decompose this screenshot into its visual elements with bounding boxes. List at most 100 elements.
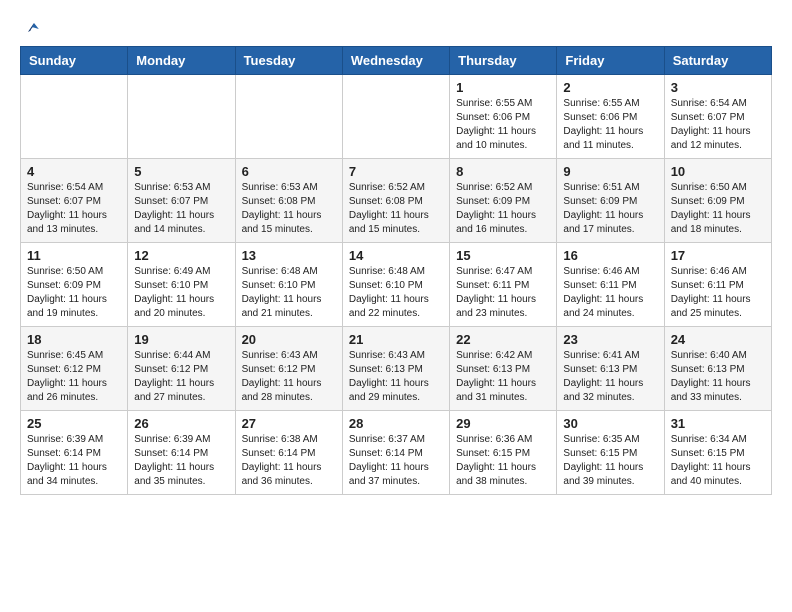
day-number: 27	[242, 416, 336, 431]
day-info: Sunrise: 6:49 AM Sunset: 6:10 PM Dayligh…	[134, 265, 228, 321]
day-info: Sunrise: 6:43 AM Sunset: 6:12 PM Dayligh…	[242, 349, 336, 405]
calendar-week-row: 4 Sunrise: 6:54 AM Sunset: 6:07 PM Daylig…	[21, 159, 772, 243]
day-number: 2	[563, 80, 657, 95]
day-header-thursday: Thursday	[450, 47, 557, 75]
day-info: Sunrise: 6:43 AM Sunset: 6:13 PM Dayligh…	[349, 349, 443, 405]
day-info: Sunrise: 6:55 AM Sunset: 6:06 PM Dayligh…	[563, 97, 657, 153]
day-number: 8	[456, 164, 550, 179]
calendar-cell: 2 Sunrise: 6:55 AM Sunset: 6:06 PM Daylig…	[557, 75, 664, 159]
day-header-friday: Friday	[557, 47, 664, 75]
calendar-cell: 24Sunrise: 6:40 AM Sunset: 6:13 PM Dayli…	[664, 327, 771, 411]
calendar-week-row: 18 Sunrise: 6:45 AM Sunset: 6:12 PM Dayli…	[21, 327, 772, 411]
day-header-sunday: Sunday	[21, 47, 128, 75]
day-number: 13	[242, 248, 336, 263]
calendar-cell: 26 Sunrise: 6:39 AM Sunset: 6:14 PM Dayli…	[128, 411, 235, 495]
calendar-cell: 20 Sunrise: 6:43 AM Sunset: 6:12 PM Dayli…	[235, 327, 342, 411]
calendar-cell: 9 Sunrise: 6:51 AM Sunset: 6:09 PM Daylig…	[557, 159, 664, 243]
day-info: Sunrise: 6:55 AM Sunset: 6:06 PM Dayligh…	[456, 97, 550, 153]
calendar-cell: 7 Sunrise: 6:52 AM Sunset: 6:08 PM Daylig…	[342, 159, 449, 243]
day-info: Sunrise: 6:46 AM Sunset: 6:11 PM Dayligh…	[563, 265, 657, 321]
day-number: 4	[27, 164, 121, 179]
calendar-cell: 10 Sunrise: 6:50 AM Sunset: 6:09 PM Dayli…	[664, 159, 771, 243]
day-info: Sunrise: 6:54 AM Sunset: 6:07 PM Dayligh…	[27, 181, 121, 237]
day-info: Sunrise: 6:35 AM Sunset: 6:15 PM Dayligh…	[563, 433, 657, 489]
calendar-cell	[128, 75, 235, 159]
calendar-table: SundayMondayTuesdayWednesdayThursdayFrid…	[20, 46, 772, 495]
calendar-cell: 16 Sunrise: 6:46 AM Sunset: 6:11 PM Dayli…	[557, 243, 664, 327]
calendar-cell: 15Sunrise: 6:47 AM Sunset: 6:11 PM Dayli…	[450, 243, 557, 327]
day-number: 9	[563, 164, 657, 179]
day-info: Sunrise: 6:50 AM Sunset: 6:09 PM Dayligh…	[671, 181, 765, 237]
calendar-cell	[235, 75, 342, 159]
day-number: 31	[671, 416, 765, 431]
day-info: Sunrise: 6:47 AM Sunset: 6:11 PM Dayligh…	[456, 265, 550, 321]
day-info: Sunrise: 6:38 AM Sunset: 6:14 PM Dayligh…	[242, 433, 336, 489]
day-number: 23	[563, 332, 657, 347]
day-info: Sunrise: 6:52 AM Sunset: 6:09 PM Dayligh…	[456, 181, 550, 237]
day-info: Sunrise: 6:42 AM Sunset: 6:13 PM Dayligh…	[456, 349, 550, 405]
calendar-cell: 31 Sunrise: 6:34 AM Sunset: 6:15 PM Dayli…	[664, 411, 771, 495]
page-header	[20, 20, 772, 36]
calendar-cell: 4 Sunrise: 6:54 AM Sunset: 6:07 PM Daylig…	[21, 159, 128, 243]
day-info: Sunrise: 6:48 AM Sunset: 6:10 PM Dayligh…	[349, 265, 443, 321]
day-number: 22	[456, 332, 550, 347]
day-info: Sunrise: 6:34 AM Sunset: 6:15 PM Dayligh…	[671, 433, 765, 489]
day-info: Sunrise: 6:48 AM Sunset: 6:10 PM Dayligh…	[242, 265, 336, 321]
day-info: Sunrise: 6:54 AM Sunset: 6:07 PM Dayligh…	[671, 97, 765, 153]
day-number: 7	[349, 164, 443, 179]
day-number: 11	[27, 248, 121, 263]
calendar-cell	[342, 75, 449, 159]
calendar-cell: 30 Sunrise: 6:35 AM Sunset: 6:15 PM Dayli…	[557, 411, 664, 495]
day-info: Sunrise: 6:44 AM Sunset: 6:12 PM Dayligh…	[134, 349, 228, 405]
day-info: Sunrise: 6:45 AM Sunset: 6:12 PM Dayligh…	[27, 349, 121, 405]
calendar-cell: 5Sunrise: 6:53 AM Sunset: 6:07 PM Daylig…	[128, 159, 235, 243]
calendar-cell: 29Sunrise: 6:36 AM Sunset: 6:15 PM Dayli…	[450, 411, 557, 495]
day-info: Sunrise: 6:51 AM Sunset: 6:09 PM Dayligh…	[563, 181, 657, 237]
day-number: 1	[456, 80, 550, 95]
calendar-cell: 27 Sunrise: 6:38 AM Sunset: 6:14 PM Dayli…	[235, 411, 342, 495]
day-number: 20	[242, 332, 336, 347]
calendar-cell: 28Sunrise: 6:37 AM Sunset: 6:14 PM Dayli…	[342, 411, 449, 495]
day-info: Sunrise: 6:50 AM Sunset: 6:09 PM Dayligh…	[27, 265, 121, 321]
calendar-cell: 17Sunrise: 6:46 AM Sunset: 6:11 PM Dayli…	[664, 243, 771, 327]
calendar-cell: 14 Sunrise: 6:48 AM Sunset: 6:10 PM Dayli…	[342, 243, 449, 327]
day-number: 30	[563, 416, 657, 431]
day-header-monday: Monday	[128, 47, 235, 75]
day-number: 14	[349, 248, 443, 263]
calendar-cell: 19 Sunrise: 6:44 AM Sunset: 6:12 PM Dayli…	[128, 327, 235, 411]
day-info: Sunrise: 6:37 AM Sunset: 6:14 PM Dayligh…	[349, 433, 443, 489]
day-number: 24	[671, 332, 765, 347]
day-info: Sunrise: 6:41 AM Sunset: 6:13 PM Dayligh…	[563, 349, 657, 405]
calendar-cell: 25 Sunrise: 6:39 AM Sunset: 6:14 PM Dayli…	[21, 411, 128, 495]
day-info: Sunrise: 6:53 AM Sunset: 6:07 PM Dayligh…	[134, 181, 228, 237]
day-number: 19	[134, 332, 228, 347]
day-info: Sunrise: 6:39 AM Sunset: 6:14 PM Dayligh…	[27, 433, 121, 489]
day-number: 25	[27, 416, 121, 431]
day-number: 18	[27, 332, 121, 347]
day-info: Sunrise: 6:36 AM Sunset: 6:15 PM Dayligh…	[456, 433, 550, 489]
calendar-cell: 1 Sunrise: 6:55 AM Sunset: 6:06 PM Daylig…	[450, 75, 557, 159]
calendar-cell: 6Sunrise: 6:53 AM Sunset: 6:08 PM Daylig…	[235, 159, 342, 243]
calendar-cell: 3 Sunrise: 6:54 AM Sunset: 6:07 PM Daylig…	[664, 75, 771, 159]
logo	[20, 20, 40, 36]
calendar-cell: 11 Sunrise: 6:50 AM Sunset: 6:09 PM Dayli…	[21, 243, 128, 327]
day-number: 12	[134, 248, 228, 263]
day-number: 17	[671, 248, 765, 263]
day-info: Sunrise: 6:53 AM Sunset: 6:08 PM Dayligh…	[242, 181, 336, 237]
day-number: 26	[134, 416, 228, 431]
day-number: 21	[349, 332, 443, 347]
day-header-tuesday: Tuesday	[235, 47, 342, 75]
day-header-saturday: Saturday	[664, 47, 771, 75]
day-info: Sunrise: 6:52 AM Sunset: 6:08 PM Dayligh…	[349, 181, 443, 237]
day-number: 16	[563, 248, 657, 263]
day-info: Sunrise: 6:39 AM Sunset: 6:14 PM Dayligh…	[134, 433, 228, 489]
calendar-cell	[21, 75, 128, 159]
calendar-cell: 8 Sunrise: 6:52 AM Sunset: 6:09 PM Daylig…	[450, 159, 557, 243]
day-number: 3	[671, 80, 765, 95]
calendar-cell: 12 Sunrise: 6:49 AM Sunset: 6:10 PM Dayli…	[128, 243, 235, 327]
day-number: 10	[671, 164, 765, 179]
calendar-cell: 23 Sunrise: 6:41 AM Sunset: 6:13 PM Dayli…	[557, 327, 664, 411]
calendar-header-row: SundayMondayTuesdayWednesdayThursdayFrid…	[21, 47, 772, 75]
day-header-wednesday: Wednesday	[342, 47, 449, 75]
calendar-cell: 13 Sunrise: 6:48 AM Sunset: 6:10 PM Dayli…	[235, 243, 342, 327]
